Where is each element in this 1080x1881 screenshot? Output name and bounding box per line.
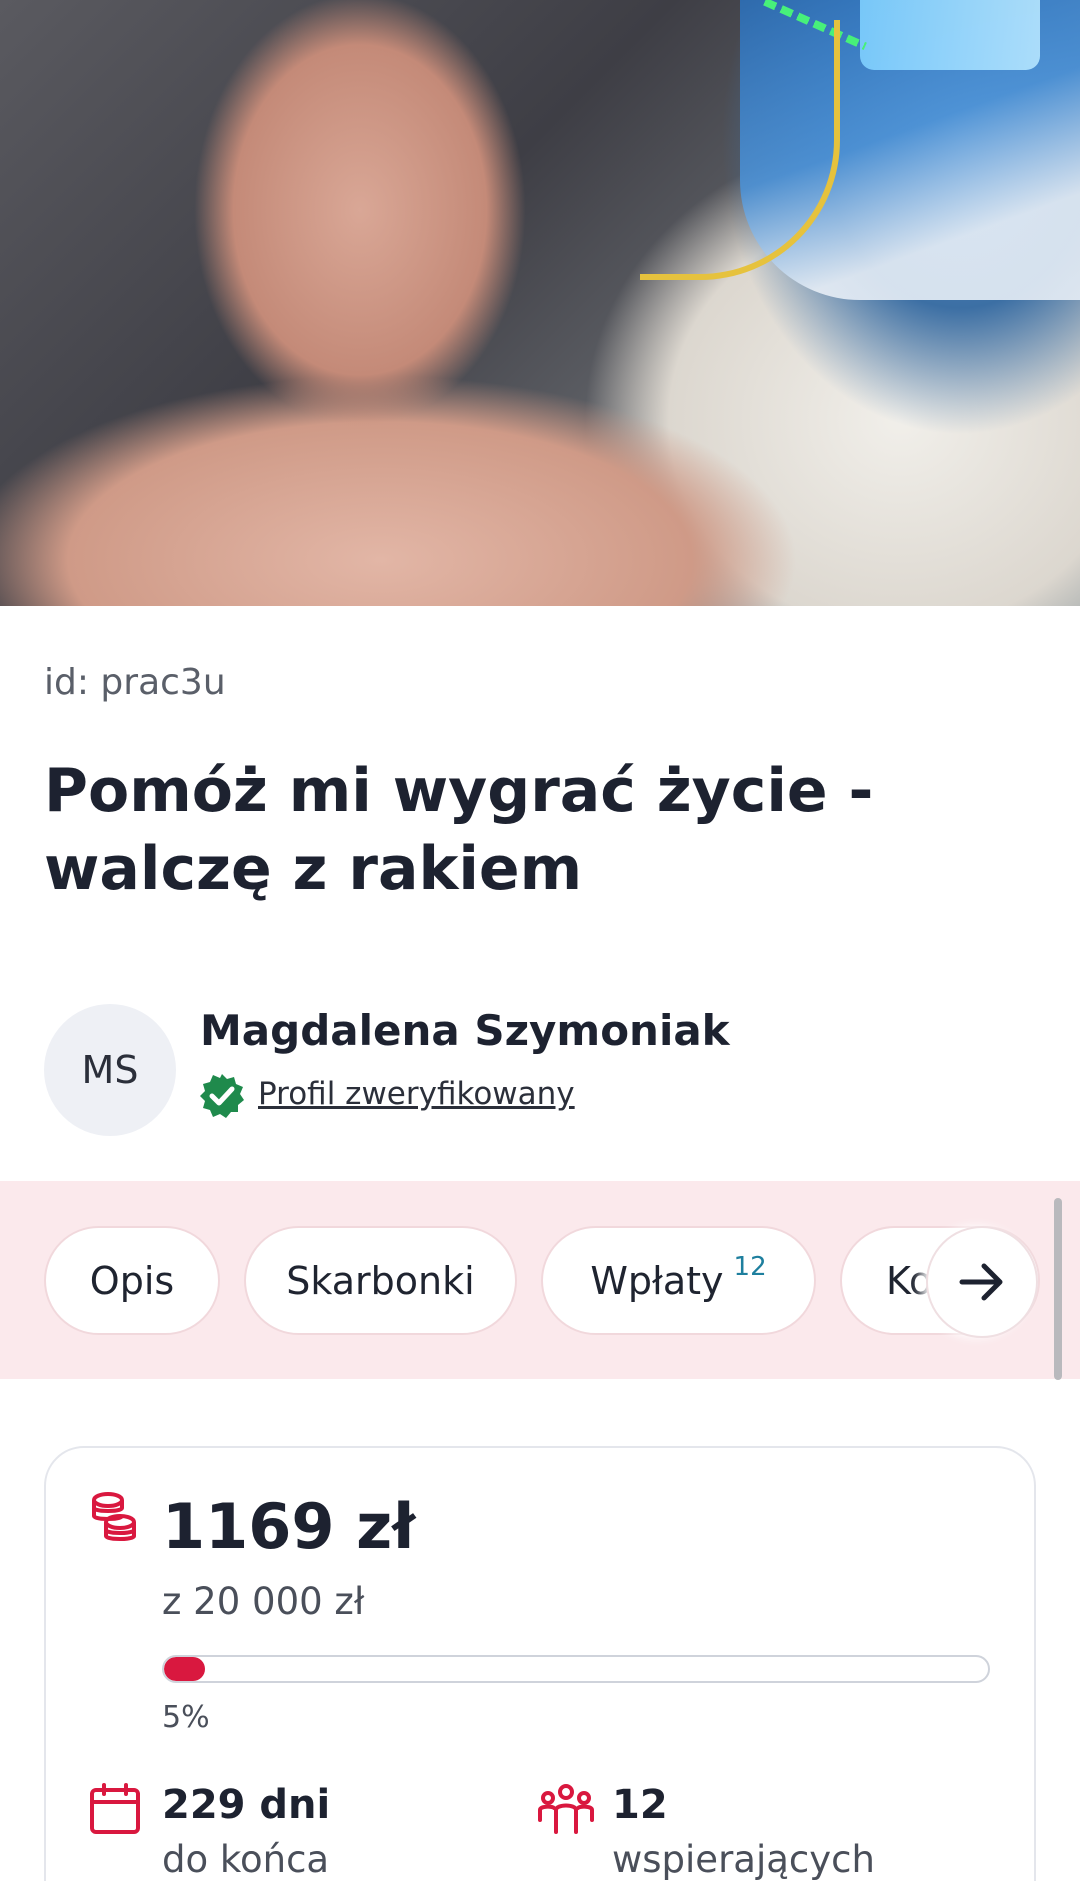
tab-label: Wpłaty	[590, 1258, 724, 1303]
hero-device-screen	[860, 0, 1040, 70]
progress-bar	[162, 1655, 990, 1683]
organizer-avatar[interactable]: MS	[44, 1004, 176, 1136]
campaign-hero-image[interactable]	[0, 0, 1080, 606]
coins-icon	[92, 1492, 136, 1541]
campaign-title: Pomóż mi wygrać życie - walczę z rakiem	[44, 756, 874, 904]
progress-percent: 5%	[162, 1700, 210, 1735]
tabs-scroll-right-button[interactable]	[926, 1226, 1038, 1338]
supporters-label: wspierających	[612, 1838, 875, 1881]
section-tabs: Opis Skarbonki Wpłaty 12 Ko	[0, 1181, 1080, 1379]
amount-raised: 1169 zł	[162, 1490, 416, 1563]
days-left-label: do końca	[162, 1838, 330, 1881]
supporters-icon	[538, 1784, 594, 1834]
campaign-id: id: prac3u	[44, 662, 226, 703]
verified-profile-link[interactable]: Profil zweryfikowany	[258, 1076, 575, 1112]
organizer-name[interactable]: Magdalena Szymoniak	[200, 1006, 730, 1055]
tab-payments[interactable]: Wpłaty 12	[541, 1226, 816, 1335]
progress-fill	[164, 1657, 206, 1681]
arrow-right-icon	[959, 1263, 1003, 1301]
goal-amount: z 20 000 zł	[162, 1580, 365, 1623]
supporters-count: 12	[612, 1782, 668, 1828]
verified-badge-icon	[200, 1074, 244, 1118]
tab-description[interactable]: Opis	[44, 1226, 220, 1335]
tab-piggy-banks[interactable]: Skarbonki	[244, 1226, 517, 1335]
organizer-initials: MS	[81, 1048, 139, 1092]
calendar-icon	[90, 1783, 140, 1834]
tab-label: Opis	[89, 1258, 175, 1303]
scrollbar[interactable]	[1054, 1198, 1062, 1380]
tab-count-badge: 12	[733, 1251, 767, 1282]
days-left-value: 229 dni	[162, 1782, 331, 1828]
tab-label: Skarbonki	[286, 1258, 475, 1303]
